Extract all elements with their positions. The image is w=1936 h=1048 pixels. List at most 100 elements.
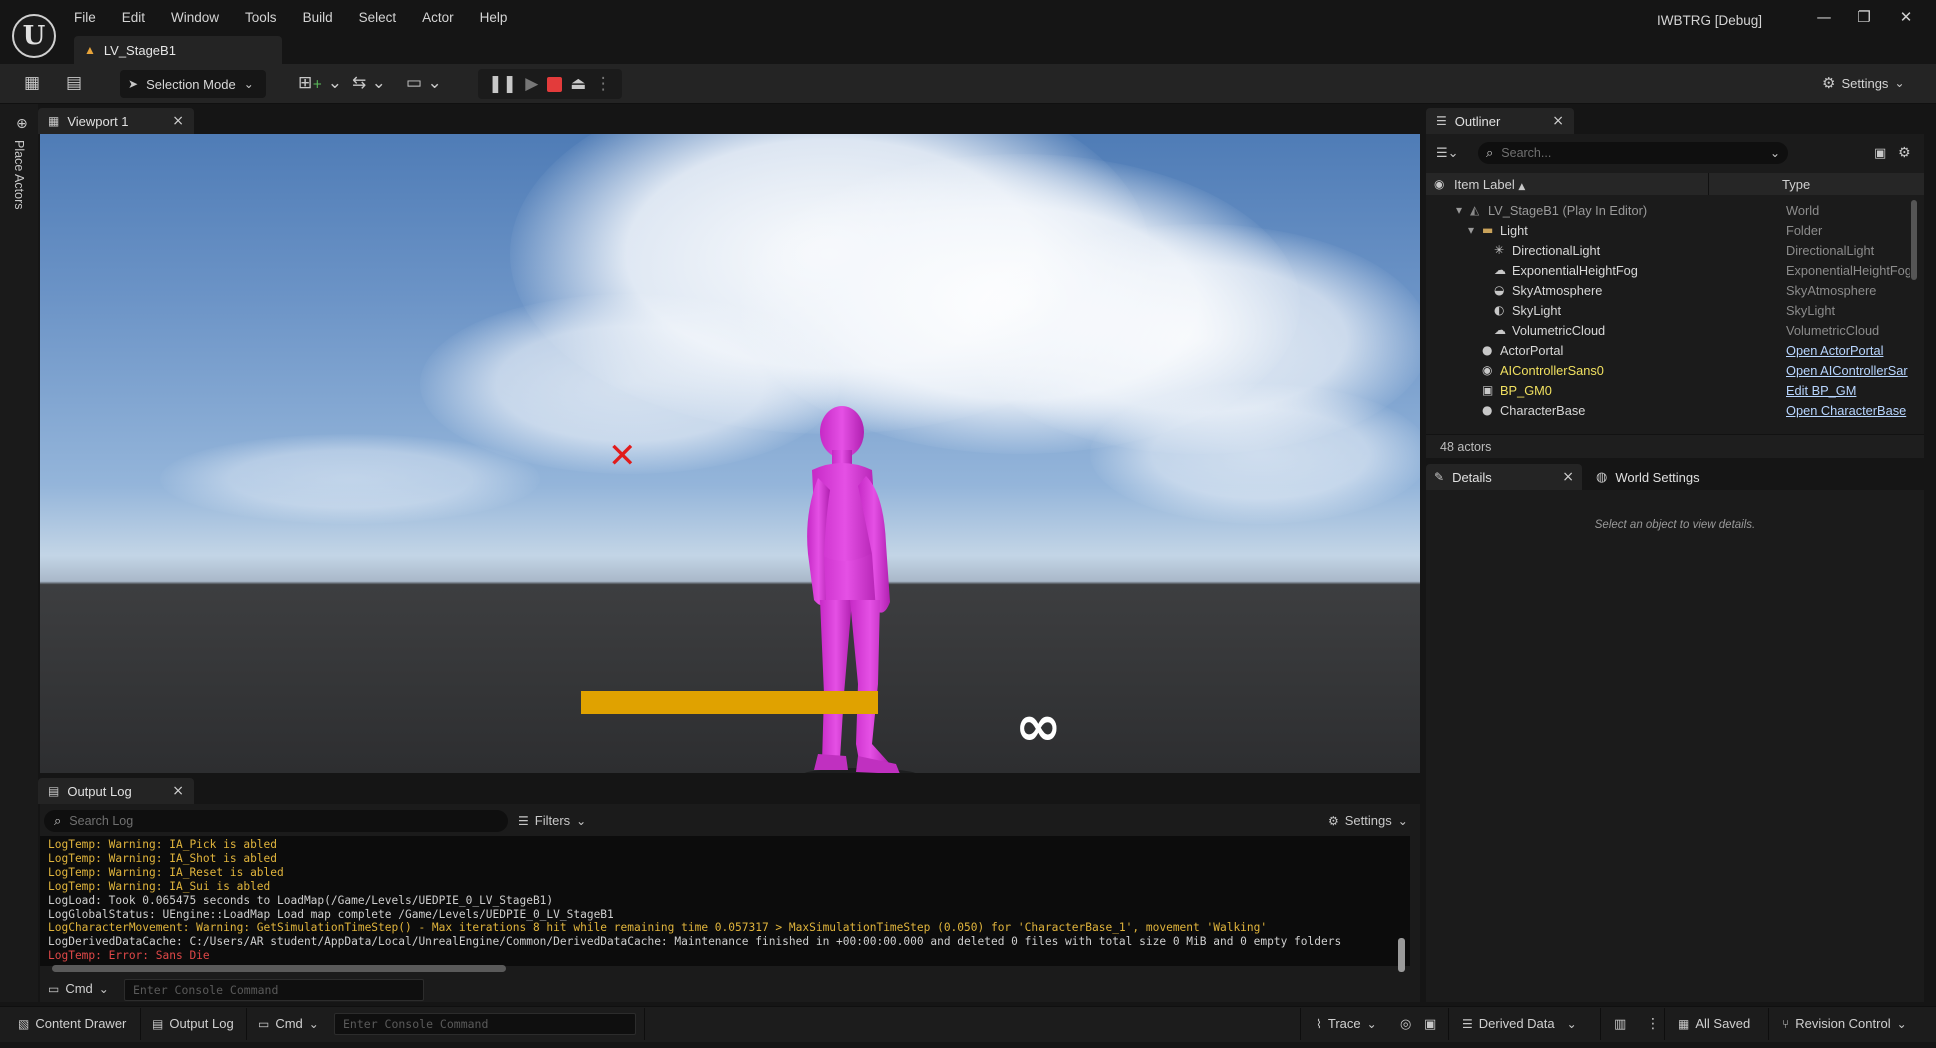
close-icon[interactable]: × [1552, 113, 1564, 129]
close-icon[interactable]: × [1562, 469, 1574, 485]
trace-dropdown[interactable]: ⌇ Trace ⌄ [1316, 1016, 1377, 1031]
place-actors-icon[interactable]: ⊕ [16, 116, 28, 132]
outliner-row[interactable]: ● ActorPortal Open ActorPortal [1426, 341, 1906, 361]
outliner-tab-label: Outliner [1454, 113, 1501, 129]
output-log-tab[interactable]: ▤ Output Log × [38, 778, 194, 804]
outliner-row[interactable]: ☁ VolumetricCloud VolumetricCloud [1426, 321, 1906, 341]
filters-label: Filters [534, 813, 571, 828]
menu-actor[interactable]: Actor [422, 10, 454, 25]
add-folder-icon[interactable]: ▣ [1874, 146, 1886, 161]
step-icon[interactable]: ▶ [525, 74, 538, 94]
outliner-tab[interactable]: ☰ Outliner × [1426, 108, 1574, 134]
stop-button[interactable] [546, 76, 562, 92]
restore-icon[interactable]: ❐ [1846, 8, 1882, 30]
level-tab[interactable]: ▲ LV_StageB1 [74, 36, 282, 64]
outliner-type-link[interactable]: Open CharacterBase [1786, 403, 1910, 418]
close-icon[interactable]: × [172, 783, 184, 799]
menu-window[interactable]: Window [171, 10, 219, 25]
minimize-icon[interactable]: — [1806, 8, 1842, 30]
log-settings-dropdown[interactable]: ⚙ Settings ⌄ [1328, 813, 1408, 828]
outliner-type-link[interactable]: Open ActorPortal [1786, 343, 1910, 358]
outliner-type-link[interactable]: Edit BP_GM [1786, 383, 1910, 398]
content-drawer-button[interactable]: ▧ Content Drawer [18, 1016, 126, 1031]
more-options-icon[interactable]: ⋮ [1646, 1016, 1660, 1032]
filters-dropdown[interactable]: ☰ Filters ⌄ [518, 813, 586, 828]
stats-icon[interactable]: ▥ [1614, 1017, 1626, 1032]
screenshot-icon[interactable]: ▣ [1424, 1017, 1436, 1032]
menu-help[interactable]: Help [480, 10, 508, 25]
pause-icon[interactable]: ❚❚ [488, 74, 517, 94]
expand-arrow-icon[interactable]: ▾ [1468, 223, 1474, 237]
outliner-item-label: AIControllerSans0 [1500, 363, 1604, 378]
globe-icon: ◍ [1596, 469, 1608, 485]
menu-tools[interactable]: Tools [245, 10, 277, 25]
log-horizontal-scrollbar[interactable] [52, 965, 506, 972]
world-settings-tab[interactable]: ◍ World Settings [1590, 464, 1750, 490]
log-output[interactable]: LogTemp: Warning: IA_Pick is abled LogTem… [40, 836, 1410, 966]
gear-icon[interactable]: ⚙ [1898, 145, 1911, 161]
eject-icon[interactable]: ⏏ [570, 74, 586, 94]
content-drawer-label: Content Drawer [35, 1016, 127, 1031]
menu-file[interactable]: File [74, 10, 96, 25]
outliner-row[interactable]: ◉ AIControllerSans0 Open AIControllerSar [1426, 361, 1908, 381]
outliner-row[interactable]: ◒ SkyAtmosphere SkyAtmosphere [1426, 281, 1906, 301]
selection-mode-dropdown[interactable]: ➤ Selection Mode ⌄ [120, 70, 266, 98]
outliner-row[interactable]: ▾ ◭ LV_StageB1 (Play In Editor) World [1426, 201, 1906, 221]
filter-icon[interactable]: ☰⌄ [1436, 146, 1459, 161]
eye-icon[interactable]: ◉ [1434, 177, 1444, 191]
column-divider[interactable] [1708, 173, 1709, 195]
game-viewport[interactable]: ✕ ∞ [40, 134, 1420, 773]
log-search-input[interactable]: ⌕ Search Log [44, 810, 508, 832]
chevron-down-icon: ⌄ [1397, 813, 1408, 828]
outliner-row[interactable]: ◐ SkyLight SkyLight [1426, 301, 1906, 321]
output-log-button-label: Output Log [169, 1016, 234, 1031]
chevron-down-icon: ⌄ [243, 77, 254, 91]
fog-icon: ☁ [1494, 263, 1506, 277]
place-actors-tab[interactable]: Place Actors [12, 140, 26, 209]
outliner-item-label: VolumetricCloud [1512, 323, 1606, 338]
all-saved-button[interactable]: ▦ All Saved [1678, 1016, 1750, 1031]
search-icon: ⌕ [54, 813, 62, 829]
menu-build[interactable]: Build [303, 10, 333, 25]
menu-edit[interactable]: Edit [122, 10, 145, 25]
menu-select[interactable]: Select [359, 10, 397, 25]
browse-icon[interactable]: ▤ [66, 73, 82, 93]
derived-data-dropdown[interactable]: ☰ Derived Data ⌄ [1462, 1016, 1577, 1031]
revision-control-dropdown[interactable]: ⑂ Revision Control ⌄ [1782, 1016, 1907, 1031]
derived-data-icon: ☰ [1462, 1016, 1473, 1031]
output-log-button[interactable]: ▤ Output Log [152, 1016, 234, 1031]
log-vertical-scrollbar[interactable] [1398, 938, 1405, 972]
cmd-dropdown[interactable]: ▭ Cmd ⌄ [48, 981, 109, 996]
outliner-row[interactable]: ● CharacterBase Open CharacterBase [1426, 401, 1906, 421]
outliner-search-input[interactable]: ⌕ Search... ⌄ [1478, 142, 1788, 164]
chevron-down-icon: ⌄ [1366, 1016, 1377, 1031]
settings-dropdown[interactable]: ⚙ Settings ⌄ [1822, 74, 1905, 92]
outliner-row[interactable]: ✳ DirectionalLight DirectionalLight [1426, 241, 1906, 261]
derived-data-label: Derived Data [1478, 1016, 1555, 1031]
record-icon[interactable]: ◎ [1400, 1017, 1411, 1032]
branch-icon: ⑂ [1782, 1016, 1790, 1031]
outliner-row[interactable]: ▣ BP_GM0 Edit BP_GM [1426, 381, 1906, 401]
outliner-row[interactable]: ▾ ▬ Light Folder [1426, 221, 1906, 241]
add-actor-icon[interactable]: ⊞+ ⌄ [298, 73, 342, 93]
blueprint-icon[interactable]: ⇆ ⌄ [352, 73, 386, 93]
expand-arrow-icon[interactable]: ▾ [1456, 203, 1462, 217]
unreal-logo[interactable]: U [12, 14, 56, 58]
viewport-tab[interactable]: ▦ Viewport 1 × [38, 108, 194, 134]
status-cmd-dropdown[interactable]: ▭ Cmd ⌄ [258, 1016, 319, 1031]
console-command-input[interactable]: Enter Console Command [124, 979, 424, 1001]
save-icon[interactable]: ▦ [24, 73, 40, 93]
type-column[interactable]: Type [1782, 177, 1810, 192]
outliner-type-link[interactable]: Open AIControllerSar [1786, 363, 1910, 378]
log-settings-label: Settings [1344, 813, 1392, 828]
outliner-row[interactable]: ☁ ExponentialHeightFog ExponentialHeightFo… [1426, 261, 1910, 281]
cinematics-icon[interactable]: ▭ ⌄ [406, 73, 442, 93]
outliner-scrollbar[interactable] [1911, 200, 1917, 280]
close-window-icon[interactable]: ✕ [1888, 8, 1924, 30]
close-icon[interactable]: × [172, 113, 184, 129]
outliner-type: SkyLight [1786, 303, 1836, 318]
details-tab[interactable]: ✎ Details × [1426, 464, 1582, 490]
status-console-input[interactable]: Enter Console Command [334, 1013, 636, 1035]
more-options-icon[interactable]: ⋮ [595, 74, 612, 94]
item-label-column[interactable]: Item Label ▲ [1454, 177, 1525, 192]
